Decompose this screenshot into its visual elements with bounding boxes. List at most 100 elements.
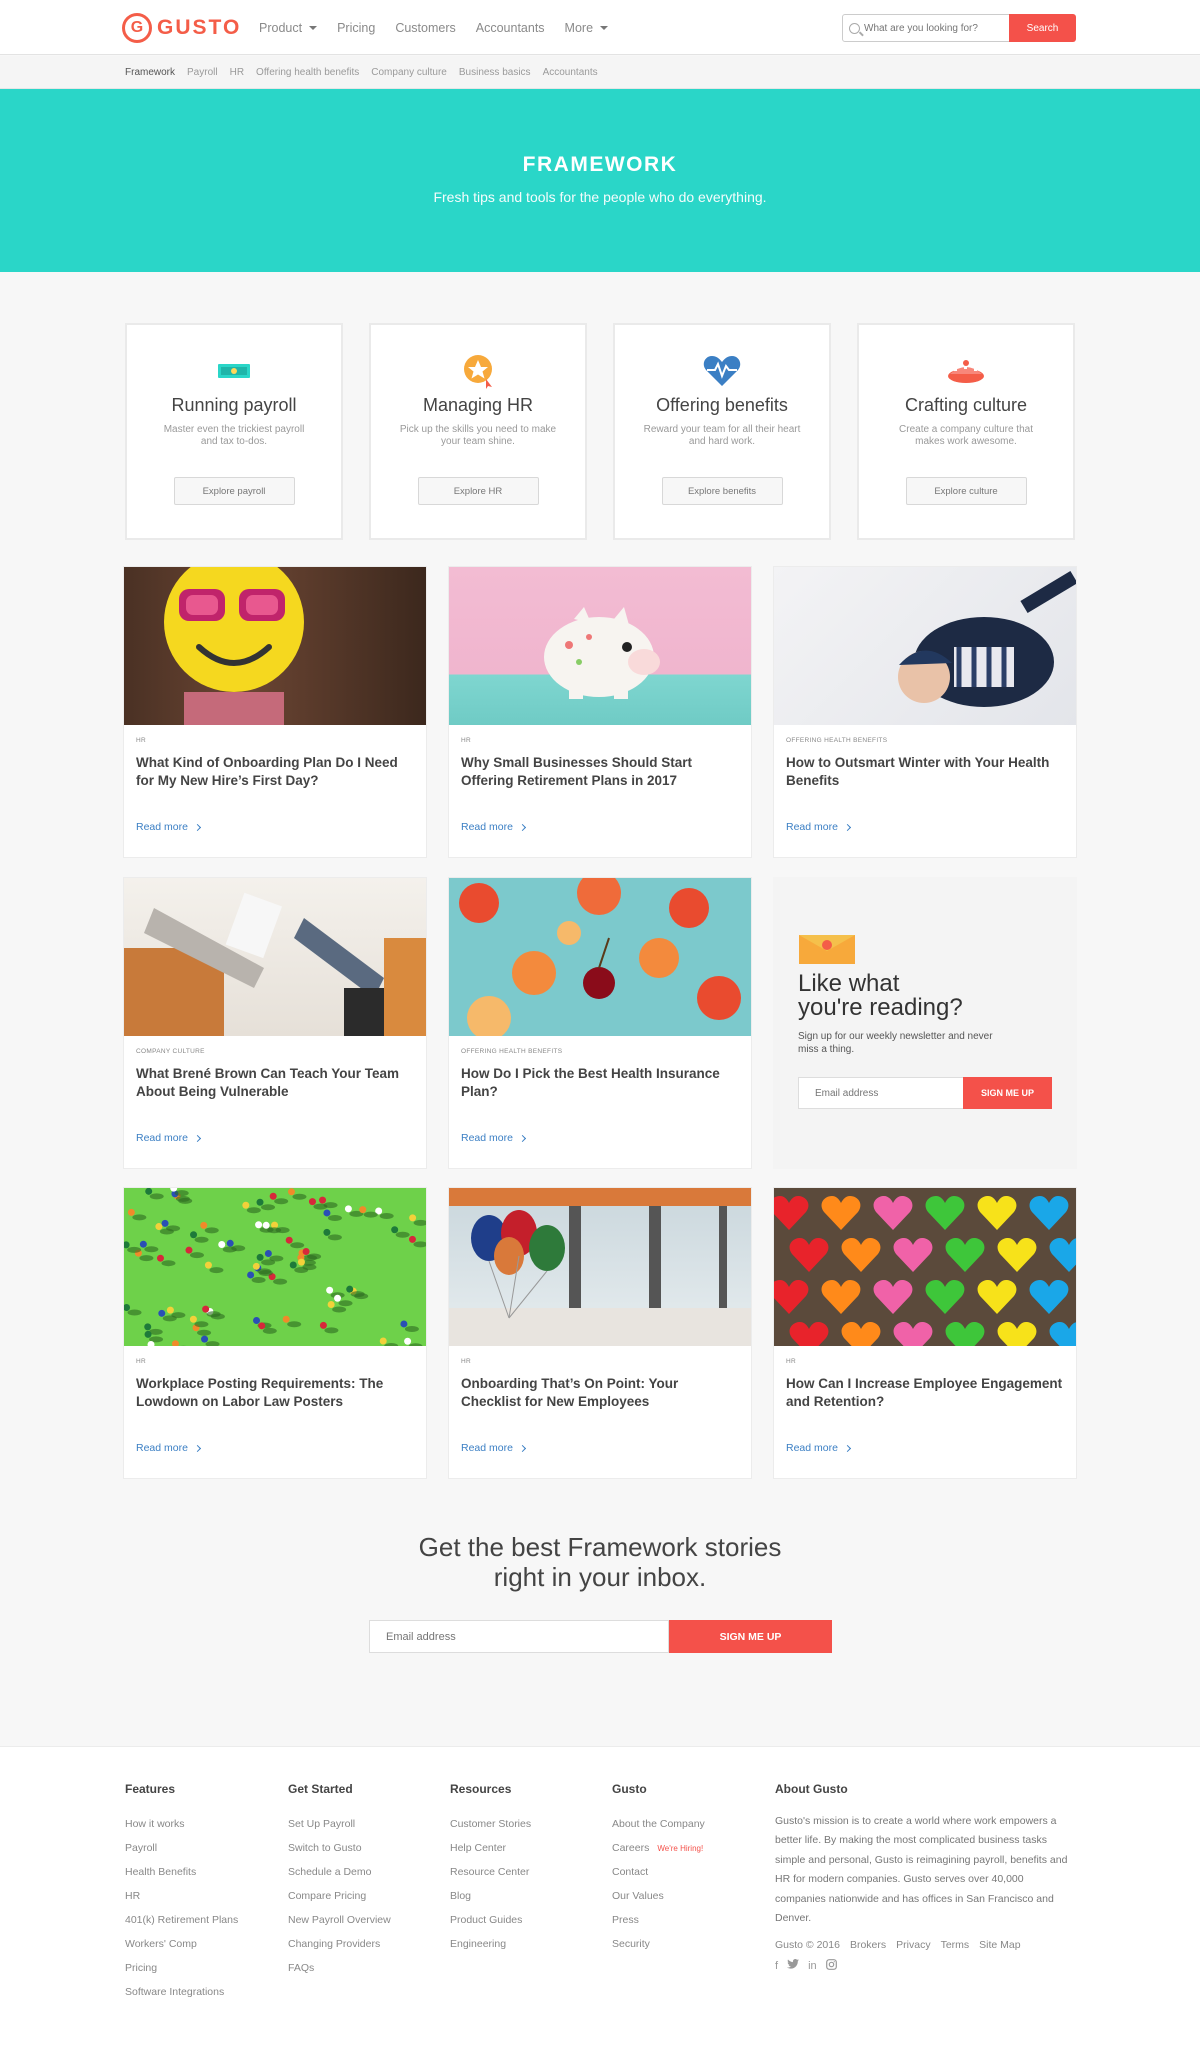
- subnav-company-culture[interactable]: Company culture: [371, 67, 447, 78]
- footer-link[interactable]: Health Benefits: [125, 1860, 238, 1884]
- footer-link[interactable]: Software Integrations: [125, 1980, 238, 2004]
- nav-accountants[interactable]: Accountants: [476, 21, 545, 35]
- footer-col-about: About Gusto Gusto's mission is to create…: [775, 1782, 1075, 1973]
- footer-link[interactable]: Pricing: [125, 1956, 238, 1980]
- gusto-logo[interactable]: G GUSTO: [122, 12, 241, 44]
- linkedin-icon[interactable]: in: [808, 1960, 817, 1972]
- article-title[interactable]: How to Outsmart Winter with Your Health …: [786, 754, 1064, 790]
- footer-link[interactable]: Changing Providers: [288, 1932, 391, 1956]
- footer-link[interactable]: 401(k) Retirement Plans: [125, 1908, 238, 1932]
- footer-link[interactable]: Contact: [612, 1860, 705, 1884]
- read-more-label: Read more: [786, 821, 838, 833]
- article-title[interactable]: Onboarding That’s On Point: Your Checkli…: [461, 1375, 739, 1411]
- instagram-icon[interactable]: [825, 1958, 837, 1973]
- twitter-icon[interactable]: [787, 1959, 800, 1972]
- footer-link[interactable]: Set Up Payroll: [288, 1812, 391, 1836]
- footer-link[interactable]: Schedule a Demo: [288, 1860, 391, 1884]
- article-card[interactable]: HR Workplace Posting Requirements: The L…: [123, 1187, 427, 1479]
- footer-link[interactable]: FAQs: [288, 1956, 391, 1980]
- nav-pricing[interactable]: Pricing: [337, 21, 375, 35]
- article-card[interactable]: Company culture What Brené Brown Can Tea…: [123, 877, 427, 1169]
- footer-link[interactable]: HR: [125, 1884, 238, 1908]
- read-more-label: Read more: [461, 1132, 513, 1144]
- footer-link-terms[interactable]: Terms: [941, 1939, 970, 1951]
- category-title: Running payroll: [171, 395, 297, 415]
- read-more-label: Read more: [136, 1442, 188, 1454]
- footer-link[interactable]: Blog: [450, 1884, 531, 1908]
- read-more-link[interactable]: Read more: [786, 1442, 1076, 1454]
- subnav-payroll[interactable]: Payroll: [187, 67, 218, 78]
- article-card[interactable]: HR What Kind of Onboarding Plan Do I Nee…: [123, 566, 427, 858]
- read-more-link[interactable]: Read more: [136, 1442, 426, 1454]
- article-title[interactable]: What Kind of Onboarding Plan Do I Need f…: [136, 754, 414, 790]
- read-more-label: Read more: [136, 821, 188, 833]
- explore-hr-button[interactable]: Explore HR: [417, 477, 539, 505]
- footer-link-site-map[interactable]: Site Map: [979, 1939, 1020, 1951]
- search-input[interactable]: [864, 22, 1004, 34]
- footer-link[interactable]: Payroll: [125, 1836, 238, 1860]
- newsletter-title-line1: Like what: [798, 970, 900, 997]
- bottom-signup-email-input[interactable]: [369, 1620, 669, 1653]
- newsletter-email-input[interactable]: [798, 1077, 964, 1109]
- nav-product[interactable]: Product: [259, 21, 318, 35]
- footer-link-careers[interactable]: Careers We're Hiring!: [612, 1836, 705, 1860]
- read-more-link[interactable]: Read more: [461, 1442, 751, 1454]
- bottom-signup-button[interactable]: SIGN ME UP: [669, 1620, 832, 1653]
- article-card[interactable]: Offering health benefits How to Outsmart…: [773, 566, 1077, 858]
- footer-link[interactable]: Press: [612, 1908, 705, 1932]
- footer-link[interactable]: Security: [612, 1932, 705, 1956]
- footer-heading: About Gusto: [775, 1782, 848, 1796]
- footer-link[interactable]: Customer Stories: [450, 1812, 531, 1836]
- nav-more[interactable]: More: [565, 21, 609, 35]
- chevron-right-icon: [518, 1134, 526, 1142]
- pie-icon: [859, 353, 1073, 389]
- chevron-right-icon: [193, 1444, 201, 1452]
- footer-link[interactable]: How it works: [125, 1812, 238, 1836]
- read-more-link[interactable]: Read more: [136, 821, 426, 833]
- category-title: Crafting culture: [904, 395, 1028, 415]
- hiring-badge: We're Hiring!: [657, 1843, 704, 1853]
- subnav-health-benefits[interactable]: Offering health benefits: [256, 67, 359, 78]
- article-title[interactable]: Why Small Businesses Should Start Offeri…: [461, 754, 739, 790]
- explore-culture-button[interactable]: Explore culture: [905, 477, 1027, 505]
- footer-link[interactable]: Compare Pricing: [288, 1884, 391, 1908]
- article-card[interactable]: HR How Can I Increase Employee Engagemen…: [773, 1187, 1077, 1479]
- article-card[interactable]: HR Why Small Businesses Should Start Off…: [448, 566, 752, 858]
- footer-link[interactable]: Workers' Comp: [125, 1932, 238, 1956]
- footer-link[interactable]: Help Center: [450, 1836, 531, 1860]
- article-title[interactable]: How Do I Pick the Best Health Insurance …: [461, 1065, 739, 1101]
- read-more-link[interactable]: Read more: [461, 821, 751, 833]
- read-more-link[interactable]: Read more: [461, 1132, 751, 1144]
- chevron-down-icon: [600, 25, 609, 30]
- read-more-link[interactable]: Read more: [136, 1132, 426, 1144]
- article-title[interactable]: How Can I Increase Employee Engagement a…: [786, 1375, 1064, 1411]
- facebook-icon[interactable]: f: [775, 1960, 778, 1972]
- footer-link[interactable]: New Payroll Overview: [288, 1908, 391, 1932]
- article-card[interactable]: Offering health benefits How Do I Pick t…: [448, 877, 752, 1169]
- subnav-framework[interactable]: Framework: [125, 67, 175, 78]
- footer-link[interactable]: Engineering: [450, 1932, 531, 1956]
- article-image-pushpins: [124, 1188, 426, 1346]
- footer-link[interactable]: Our Values: [612, 1884, 705, 1908]
- footer-link-privacy[interactable]: Privacy: [896, 1939, 930, 1951]
- nav-customers[interactable]: Customers: [395, 21, 455, 35]
- footer-link-brokers[interactable]: Brokers: [850, 1939, 886, 1951]
- article-title[interactable]: What Brené Brown Can Teach Your Team Abo…: [136, 1065, 414, 1101]
- newsletter-signup-card: Like what you're reading? Sign up for ou…: [773, 877, 1077, 1169]
- subnav-business-basics[interactable]: Business basics: [459, 67, 531, 78]
- search-button[interactable]: Search: [1009, 14, 1076, 42]
- subnav-hr[interactable]: HR: [230, 67, 244, 78]
- footer-link[interactable]: Switch to Gusto: [288, 1836, 391, 1860]
- newsletter-sign-up-button[interactable]: SIGN ME UP: [963, 1077, 1052, 1109]
- read-more-link[interactable]: Read more: [786, 821, 1076, 833]
- search-box: [842, 14, 1010, 42]
- footer-link[interactable]: Resource Center: [450, 1860, 531, 1884]
- explore-benefits-button[interactable]: Explore benefits: [661, 477, 783, 505]
- footer-link[interactable]: Product Guides: [450, 1908, 531, 1932]
- subnav-accountants[interactable]: Accountants: [543, 67, 598, 78]
- main-nav: Product Pricing Customers Accountants Mo…: [259, 0, 628, 55]
- footer-link[interactable]: About the Company: [612, 1812, 705, 1836]
- explore-payroll-button[interactable]: Explore payroll: [173, 477, 295, 505]
- article-title[interactable]: Workplace Posting Requirements: The Lowd…: [136, 1375, 414, 1411]
- article-card[interactable]: HR Onboarding That’s On Point: Your Chec…: [448, 1187, 752, 1479]
